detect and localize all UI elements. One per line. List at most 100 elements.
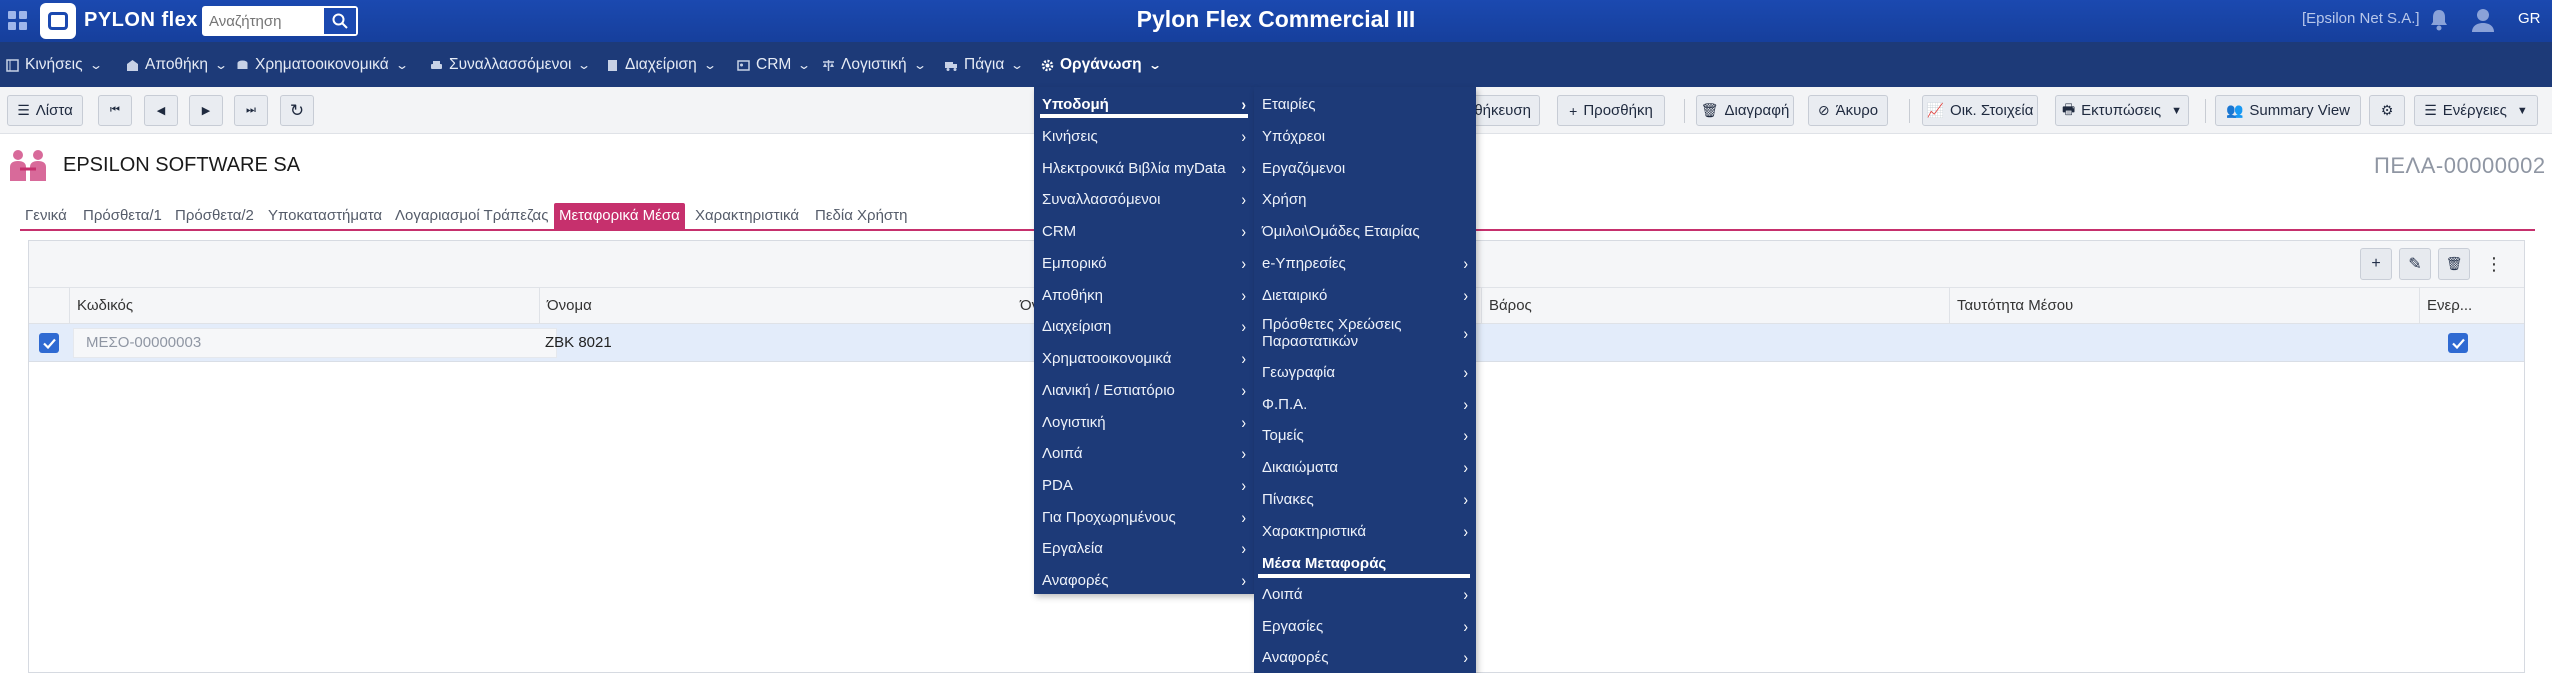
apps-grid-icon[interactable] bbox=[8, 11, 28, 31]
menu-item-loipa[interactable]: Λοιπά › bbox=[1254, 579, 1476, 609]
tab-prostheta-2[interactable]: Πρόσθετα/2 bbox=[170, 203, 259, 230]
column-header[interactable]: Βάρος bbox=[1481, 288, 1949, 324]
tab-metaforika-mesa[interactable]: Μεταφορικά Μέσα bbox=[554, 203, 685, 230]
menu-item-etairies[interactable]: Εταιρίες bbox=[1254, 89, 1476, 119]
menu-logistiki[interactable]: Λογιστική ⌄ bbox=[822, 55, 927, 75]
caret-down-icon: ▼ bbox=[2516, 104, 2528, 117]
tab-pedia-xristi[interactable]: Πεδία Χρήστη bbox=[810, 203, 912, 230]
search-input[interactable] bbox=[204, 8, 324, 34]
tab-logariasmoi-trapezas[interactable]: Λογαριασμοί Τράπεζας bbox=[390, 203, 553, 230]
last-icon: ⏭ bbox=[246, 104, 256, 116]
menu-crm[interactable]: CRM ⌄ bbox=[737, 55, 811, 75]
list-button[interactable]: ☰ Λίστα bbox=[7, 95, 83, 126]
menu-item-diaxeirisi[interactable]: Διαχείριση › bbox=[1034, 311, 1254, 341]
menu-item-mydata[interactable]: Ηλεκτρονικά Βιβλία myData › bbox=[1034, 153, 1254, 183]
language-switch[interactable]: GR bbox=[2518, 10, 2541, 27]
menu-item-xrimatooikonomika[interactable]: Χρηματοοικονομικά › bbox=[1034, 343, 1254, 373]
column-header[interactable]: Όνομα bbox=[539, 288, 1013, 324]
menu-item-label: Υπόχρεοι bbox=[1262, 127, 1326, 145]
search-button[interactable] bbox=[324, 8, 356, 34]
tab-genika[interactable]: Γενικά bbox=[20, 203, 72, 230]
user-icon[interactable] bbox=[2470, 7, 2496, 37]
menu-item-logistiki[interactable]: Λογιστική › bbox=[1034, 407, 1254, 437]
menu-item-kiniseis[interactable]: Κινήσεις › bbox=[1034, 121, 1254, 151]
bell-icon[interactable] bbox=[2428, 8, 2450, 36]
tab-prostheta-1[interactable]: Πρόσθετα/1 bbox=[78, 203, 167, 230]
tab-xaraktiristika[interactable]: Χαρακτηριστικά bbox=[690, 203, 804, 230]
add-row-button[interactable]: + bbox=[2360, 248, 2392, 280]
menu-item-omiloi[interactable]: Όμιλοι\Ομάδες Εταιρίας bbox=[1254, 216, 1476, 246]
menu-item-pinakes[interactable]: Πίνακες › bbox=[1254, 484, 1476, 514]
menu-item-anafores[interactable]: Αναφορές › bbox=[1254, 642, 1476, 672]
menu-item-emporiko[interactable]: Εμπορικό › bbox=[1034, 248, 1254, 278]
toolbar-divider bbox=[2205, 99, 2206, 123]
list-icon: ☰ bbox=[17, 102, 30, 118]
menu-item-pda[interactable]: PDA › bbox=[1034, 470, 1254, 500]
menu-item-apothiki[interactable]: Αποθήκη › bbox=[1034, 280, 1254, 310]
cancel-button[interactable]: ⊘ Άκυρο bbox=[1808, 95, 1888, 126]
menu-item-prosthetes-xreoseis[interactable]: Πρόσθετες Χρεώσεις Παραστατικών › bbox=[1254, 312, 1468, 354]
delete-label: Διαγραφή bbox=[1724, 102, 1790, 119]
menu-item-xaraktiristika[interactable]: Χαρακτηριστικά › bbox=[1254, 516, 1476, 546]
tab-ypokatastimata[interactable]: Υποκαταστήματα bbox=[263, 203, 387, 230]
actions-button[interactable]: ☰ Ενέργειες ▼ bbox=[2414, 95, 2538, 126]
menu-label: Συναλλασσόμενοι bbox=[449, 56, 572, 73]
column-header[interactable]: Ενερ... bbox=[2419, 288, 2479, 324]
delete-row-button[interactable]: 🗑 bbox=[2438, 248, 2470, 280]
column-header[interactable]: Κωδικός bbox=[69, 288, 567, 324]
menu-item-geografia[interactable]: Γεωγραφία › bbox=[1254, 357, 1476, 387]
menu-item-tomeis[interactable]: Τομείς › bbox=[1254, 420, 1476, 450]
plus-icon: + bbox=[1569, 102, 1578, 119]
menu-item-ergazomenoi[interactable]: Εργαζόμενοι bbox=[1254, 153, 1476, 183]
menu-item-e-ypiresies[interactable]: e-Υπηρεσίες › bbox=[1254, 248, 1476, 278]
chevron-right-icon: › bbox=[1463, 584, 1468, 604]
chart-line-icon: 📈 bbox=[1926, 102, 1945, 118]
menu-item-dikaiomata[interactable]: Δικαιώματα › bbox=[1254, 452, 1476, 482]
menu-kiniseis[interactable]: Κινήσεις ⌄ bbox=[6, 55, 103, 75]
menu-item-lianiki[interactable]: Λιανική / Εστιατόριο › bbox=[1034, 375, 1254, 405]
chevron-right-icon: › bbox=[1241, 538, 1246, 558]
row-name[interactable]: ZBK 8021 bbox=[538, 324, 612, 362]
edit-row-button[interactable]: ✎ bbox=[2399, 248, 2431, 280]
menu-item-fpa[interactable]: Φ.Π.Α. › bbox=[1254, 389, 1476, 419]
add-button[interactable]: + Προσθήκη bbox=[1557, 95, 1665, 126]
menu-item-anafores[interactable]: Αναφορές › bbox=[1034, 565, 1254, 595]
prints-button[interactable]: 🖶 Εκτυπώσεις ▼ bbox=[2055, 95, 2189, 126]
logo[interactable]: PYLON flex bbox=[40, 2, 198, 39]
financial-data-button[interactable]: 📈 Οικ. Στοιχεία bbox=[1922, 95, 2038, 126]
menu-apothiki[interactable]: Αποθήκη ⌄ bbox=[126, 55, 228, 75]
summary-view-button[interactable]: 👥 Summary View bbox=[2215, 95, 2361, 126]
row-code[interactable]: ΜΕΣΟ-00000003 bbox=[73, 328, 557, 358]
company-people-icon bbox=[8, 147, 48, 183]
row-select-checkbox[interactable] bbox=[39, 333, 59, 353]
delete-button[interactable]: 🗑 Διαγραφή bbox=[1696, 95, 1794, 126]
first-record-button[interactable]: ⏮ bbox=[98, 95, 132, 126]
more-options-icon[interactable]: ⋮ bbox=[2482, 249, 2506, 279]
menu-item-ypoxreoi[interactable]: Υπόχρεοι bbox=[1254, 121, 1476, 151]
next-icon: ▶ bbox=[201, 105, 211, 117]
menu-item-advanced[interactable]: Για Προχωρημένους › bbox=[1034, 502, 1254, 532]
column-header[interactable]: Ταυτότητα Μέσου bbox=[1949, 288, 2419, 324]
menu-organosi[interactable]: Οργάνωση ⌄ bbox=[1041, 55, 1162, 75]
menu-item-crm[interactable]: CRM › bbox=[1034, 216, 1254, 246]
last-record-button[interactable]: ⏭ bbox=[234, 95, 268, 126]
menu-synallassomenoi[interactable]: Συναλλασσόμενοι ⌄ bbox=[430, 55, 591, 75]
refresh-button[interactable]: ↻ bbox=[280, 95, 314, 126]
active-checkbox[interactable] bbox=[2448, 333, 2468, 353]
menu-item-ergasies[interactable]: Εργασίες › bbox=[1254, 611, 1476, 641]
menu-xrimatooikonomika[interactable]: Χρηματοοικονομικά ⌄ bbox=[236, 55, 409, 75]
menu-item-xrisi[interactable]: Χρήση bbox=[1254, 184, 1476, 214]
menu-item-ergaleia[interactable]: Εργαλεία › bbox=[1034, 533, 1254, 563]
menu-item-synallassomenoi[interactable]: Συναλλασσόμενοι › bbox=[1034, 184, 1254, 214]
menu-item-label: Εργασίες bbox=[1262, 617, 1324, 635]
menu-item-loipa[interactable]: Λοιπά › bbox=[1034, 438, 1254, 468]
company-tag: [Epsilon Net S.A.] bbox=[2302, 10, 2420, 27]
menu-item-dietairiko[interactable]: Διεταιρικό › bbox=[1254, 280, 1476, 310]
menu-diaxeirisi[interactable]: Διαχείριση ⌄ bbox=[606, 55, 717, 75]
menu-pagia[interactable]: Πάγια ⌄ bbox=[945, 55, 1024, 75]
next-record-button[interactable]: ▶ bbox=[189, 95, 223, 126]
settings-button[interactable]: ⚙ bbox=[2369, 95, 2405, 126]
menu-item-label: Γεωγραφία bbox=[1262, 363, 1336, 381]
menu-item-label: Εταιρίες bbox=[1262, 95, 1316, 113]
prev-record-button[interactable]: ◀ bbox=[144, 95, 178, 126]
